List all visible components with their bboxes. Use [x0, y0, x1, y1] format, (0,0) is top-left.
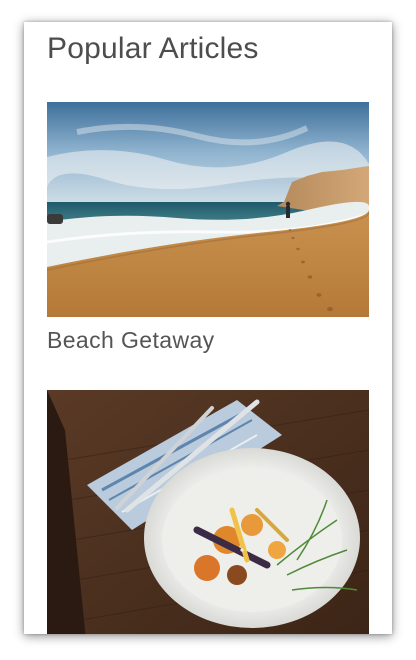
article-caption[interactable]: Beach Getaway	[47, 327, 215, 354]
popular-articles-card: Popular Articles Beach Getaway	[24, 22, 392, 634]
page: Popular Articles Beach Getaway	[0, 0, 416, 660]
section-title: Popular Articles	[47, 32, 259, 65]
beach-getaway-image[interactable]	[47, 102, 369, 317]
food-plate-image[interactable]	[47, 390, 369, 634]
